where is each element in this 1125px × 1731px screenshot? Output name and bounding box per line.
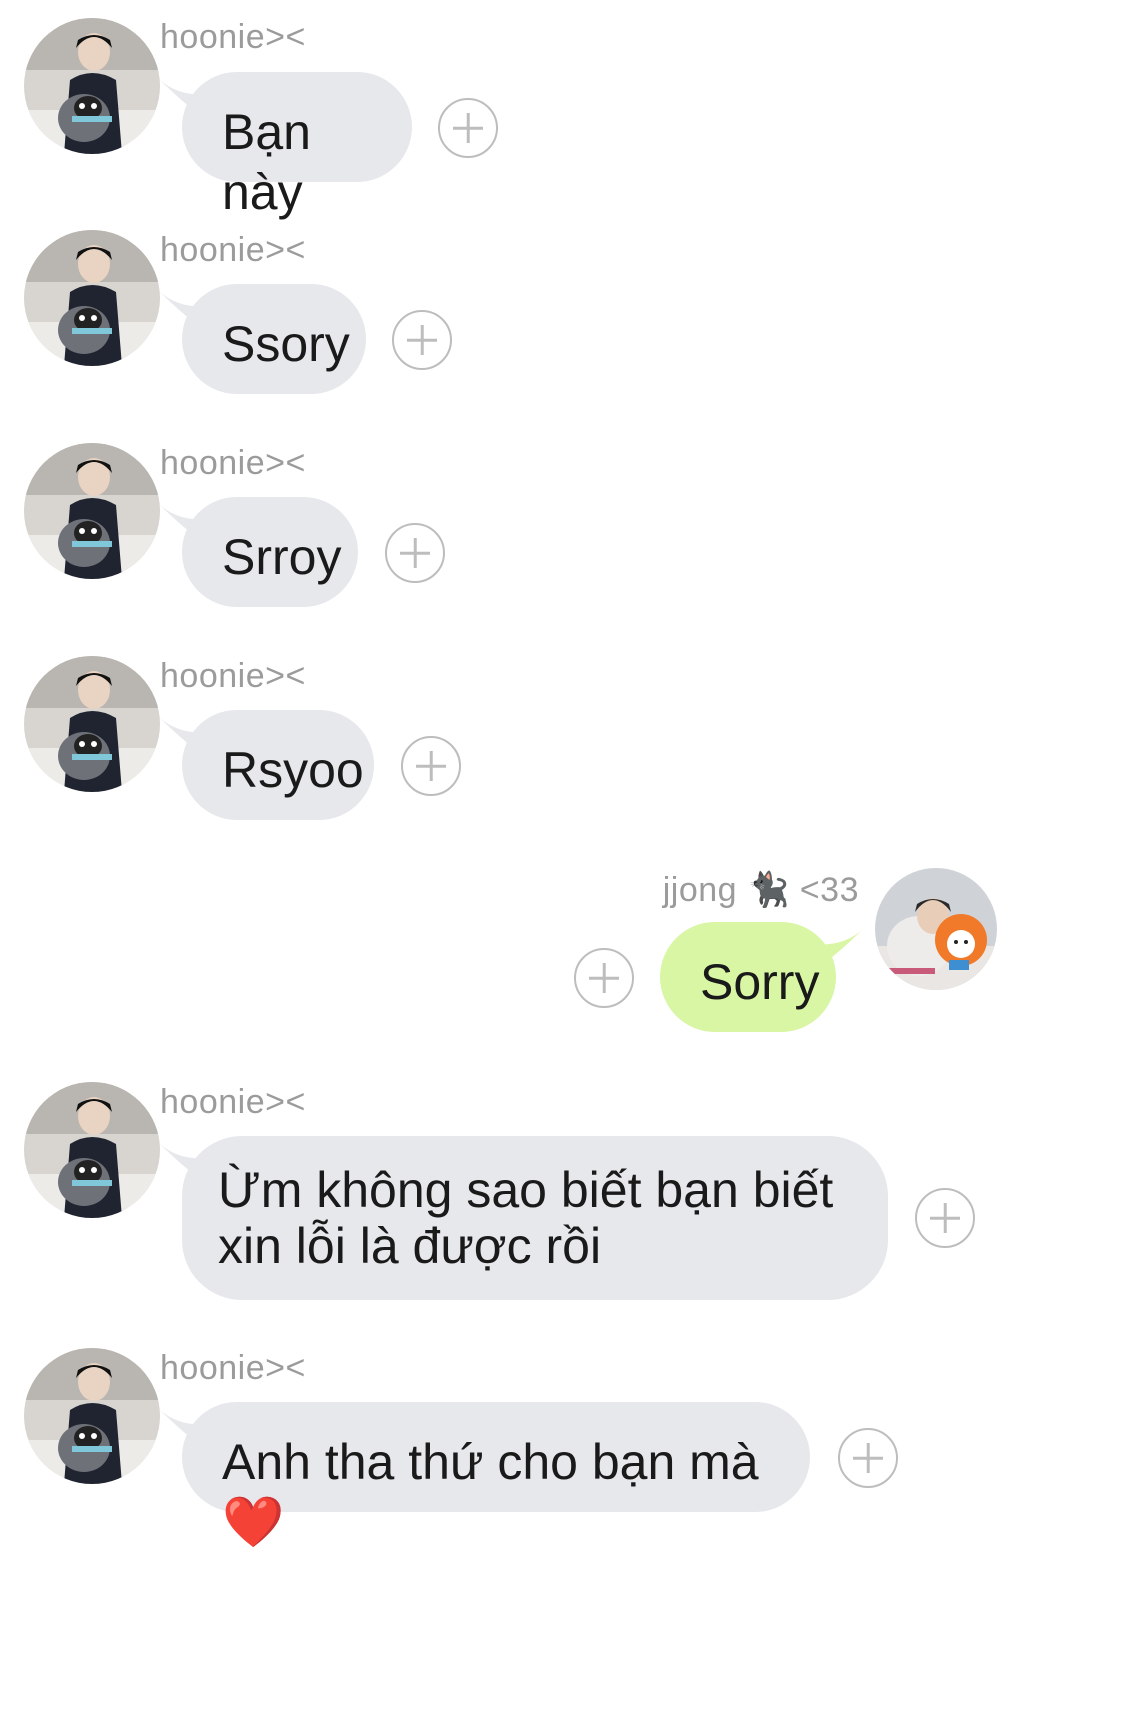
sender-avatar[interactable] (24, 230, 160, 366)
sender-avatar[interactable] (24, 443, 160, 579)
add-reaction-plus-icon[interactable] (438, 98, 498, 158)
bubble-tail (808, 928, 864, 974)
avatar-penguin-photo-icon (24, 1082, 160, 1218)
add-reaction-plus-icon[interactable] (392, 310, 452, 370)
message-bubble[interactable]: Anh tha thứ cho bạn mà ❤️ (182, 1402, 810, 1550)
avatar-penguin-photo-icon (24, 443, 160, 579)
message-bubble[interactable]: Rsyoo (182, 710, 374, 820)
sender-name: hoonie>< (160, 657, 306, 695)
avatar-penguin-photo-icon (24, 1348, 160, 1484)
avatar-penguin-photo-icon (24, 656, 160, 792)
sender-name: hoonie>< (160, 1083, 306, 1121)
message-bubble[interactable]: Bạn này (182, 72, 412, 220)
avatar-penguin-photo-icon (24, 18, 160, 154)
sender-avatar[interactable] (24, 1082, 160, 1218)
sender-name: hoonie>< (160, 1349, 306, 1387)
message-bubble[interactable]: Ssory (182, 284, 366, 394)
sender-avatar[interactable] (24, 1348, 160, 1484)
sender-name: hoonie>< (160, 18, 306, 56)
avatar-orange-plush-photo-icon (875, 868, 997, 990)
sender-name: hoonie>< (160, 444, 306, 482)
message-bubble[interactable]: Srroy (182, 497, 358, 607)
add-reaction-plus-icon[interactable] (915, 1188, 975, 1248)
sender-name: jjong 🐈‍⬛ <33 (662, 871, 859, 909)
sender-avatar[interactable] (24, 656, 160, 792)
avatar-penguin-photo-icon (24, 230, 160, 366)
sender-name: hoonie>< (160, 231, 306, 269)
add-reaction-plus-icon[interactable] (574, 948, 634, 1008)
own-avatar[interactable] (875, 868, 997, 990)
message-bubble[interactable]: Ừm không sao biết bạn biết xin lỗi là đư… (182, 1136, 888, 1300)
add-reaction-plus-icon[interactable] (385, 523, 445, 583)
sender-avatar[interactable] (24, 18, 160, 154)
add-reaction-plus-icon[interactable] (401, 736, 461, 796)
add-reaction-plus-icon[interactable] (838, 1428, 898, 1488)
